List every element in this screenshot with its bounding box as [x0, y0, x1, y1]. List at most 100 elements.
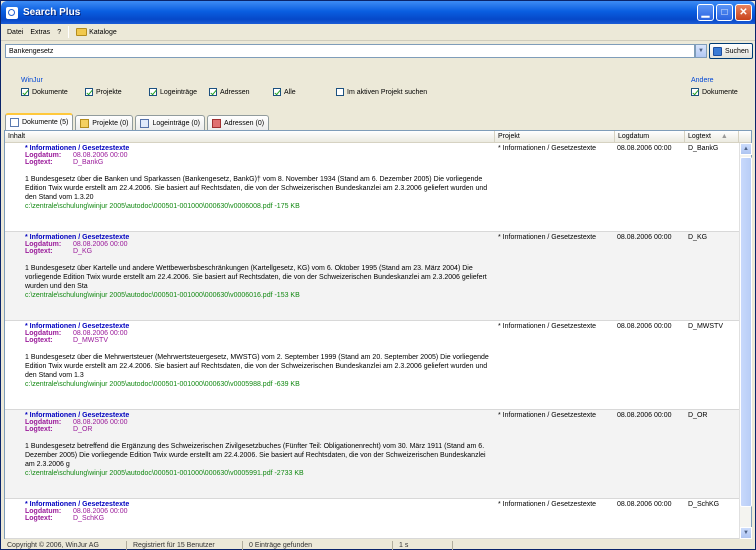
row-file-path[interactable]: c:\zentrale\schulung\winjur 2005\autodoc…: [25, 291, 495, 300]
filter-dokumente[interactable]: Dokumente: [21, 88, 68, 96]
scroll-thumb[interactable]: [740, 157, 752, 507]
column-inhalt[interactable]: Inhalt: [5, 131, 495, 143]
filter-label: Im aktiven Projekt suchen: [347, 88, 428, 96]
column-logdatum[interactable]: Logdatum: [615, 131, 685, 143]
chevron-up-icon: ▲: [743, 146, 749, 152]
table-row[interactable]: * Informationen / Gesetzestexte Logdatum…: [5, 143, 739, 232]
meta-value: D_SchKG: [73, 515, 105, 522]
andere-group-label: Andere: [691, 77, 714, 84]
table-row[interactable]: * Informationen / Gesetzestexte Logdatum…: [5, 232, 739, 321]
column-logtext[interactable]: Logtext ▲: [685, 131, 739, 143]
row-logtext: Logtext: D_KG: [25, 248, 495, 255]
status-license: Registriert für 15 Benutzer: [127, 541, 243, 550]
cell-projekt: * Informationen / Gesetzestexte: [498, 234, 597, 241]
row-title: * Informationen / Gesetzestexte: [25, 234, 130, 241]
menu-datei[interactable]: Datei: [7, 29, 23, 36]
row-title: * Informationen / Gesetzestexte: [25, 501, 130, 508]
search-app-icon: [6, 6, 18, 19]
vertical-scrollbar[interactable]: ▲ ▼: [739, 143, 752, 539]
filter-projekte[interactable]: Projekte: [85, 88, 122, 96]
cell-logdatum: 08.08.2006 00:00: [617, 323, 672, 330]
search-button[interactable]: Suchen: [709, 43, 753, 59]
cell-logdatum: 08.08.2006 00:00: [617, 145, 672, 152]
checkbox[interactable]: [691, 88, 699, 96]
menu-help[interactable]: ?: [57, 29, 61, 36]
checkbox[interactable]: [336, 88, 344, 96]
row-file-path[interactable]: c:\zentrale\schulung\winjur 2005\autodoc…: [25, 202, 495, 211]
filter-active-project[interactable]: Im aktiven Projekt suchen: [336, 88, 427, 96]
meta-label: Logtext:: [25, 248, 53, 255]
meta-label: Logdatum:: [25, 152, 62, 159]
checkbox[interactable]: [273, 88, 281, 96]
row-file-path[interactable]: c:\zentrale\schulung\winjur 2005\autodoc…: [25, 469, 495, 478]
checkbox[interactable]: [149, 88, 157, 96]
row-logtext: Logtext: D_OR: [25, 426, 495, 433]
meta-value: 08.08.2006 00:00: [73, 508, 128, 515]
meta-label: Logdatum:: [25, 330, 62, 337]
cell-inhalt: * Informationen / Gesetzestexte Logdatum…: [25, 501, 495, 522]
checkbox[interactable]: [85, 88, 93, 96]
address-icon: [211, 118, 221, 128]
table-row[interactable]: * Informationen / Gesetzestexte Logdatum…: [5, 499, 739, 539]
cell-inhalt: * Informationen / Gesetzestexte Logdatum…: [25, 234, 495, 300]
maximize-button[interactable]: □: [716, 4, 733, 21]
cell-projekt: * Informationen / Gesetzestexte: [498, 145, 597, 152]
filter-alle[interactable]: Alle: [273, 88, 296, 96]
tab-label: Adressen (0): [223, 119, 265, 127]
scroll-up-button[interactable]: ▲: [740, 143, 752, 155]
row-title: * Informationen / Gesetzestexte: [25, 323, 130, 330]
filter-label: Adressen: [220, 88, 250, 96]
cell-logdatum: 08.08.2006 00:00: [617, 412, 672, 419]
filter-andere-dokumente[interactable]: Dokumente: [691, 88, 738, 96]
row-logdatum: Logdatum: 08.08.2006 00:00: [25, 419, 495, 426]
menu-separator: [68, 26, 70, 38]
table-header: Inhalt Projekt Logdatum Logtext ▲: [5, 131, 751, 143]
row-description: 1 Bundesgesetz über die Banken und Spark…: [25, 176, 488, 201]
table-row[interactable]: * Informationen / Gesetzestexte Logdatum…: [5, 321, 739, 410]
menu-extras[interactable]: Extras: [30, 29, 50, 36]
title-bar[interactable]: Search Plus ▁ □ ✕: [1, 1, 755, 24]
status-copyright: Copyright © 2006, WinJur AG: [1, 541, 127, 550]
filter-label: Logeinträge: [160, 88, 197, 96]
filter-adressen[interactable]: Adressen: [209, 88, 250, 96]
table-row[interactable]: * Informationen / Gesetzestexte Logdatum…: [5, 410, 739, 499]
minimize-button[interactable]: ▁: [697, 4, 714, 21]
row-logtext: Logtext: D_MWSTV: [25, 337, 495, 344]
table-rows: * Informationen / Gesetzestexte Logdatum…: [5, 143, 739, 539]
checkbox[interactable]: [209, 88, 217, 96]
tab-dokumente[interactable]: Dokumente (5): [5, 113, 74, 130]
meta-label: Logtext:: [25, 426, 53, 433]
row-title: * Informationen / Gesetzestexte: [25, 412, 130, 419]
meta-value: 08.08.2006 00:00: [73, 152, 128, 159]
column-label: Logtext: [688, 133, 711, 140]
window-title: Search Plus: [23, 7, 81, 18]
filter-label: Alle: [284, 88, 296, 96]
row-file-path[interactable]: c:\zentrale\schulung\winjur 2005\autodoc…: [25, 380, 495, 389]
tab-logeintraege[interactable]: Logeinträge (0): [135, 115, 205, 130]
kataloge-button[interactable]: Kataloge: [76, 28, 117, 36]
checkbox[interactable]: [21, 88, 29, 96]
meta-value: D_BankG: [73, 159, 104, 166]
filter-logeintraege[interactable]: Logeinträge: [149, 88, 197, 96]
search-icon: [713, 46, 722, 56]
scroll-down-button[interactable]: ▼: [740, 527, 752, 539]
row-logdatum: Logdatum: 08.08.2006 00:00: [25, 241, 495, 248]
tab-label: Logeinträge (0): [152, 119, 200, 127]
meta-label: Logdatum:: [25, 508, 62, 515]
cell-inhalt: * Informationen / Gesetzestexte Logdatum…: [25, 145, 495, 211]
cell-logdatum: 08.08.2006 00:00: [617, 234, 672, 241]
menu-bar: Datei Extras ? Kataloge: [1, 24, 755, 41]
column-projekt[interactable]: Projekt: [495, 131, 615, 143]
row-description: 1 Bundesgesetz betreffend die Ergänzung …: [25, 443, 486, 468]
row-logdatum: Logdatum: 08.08.2006 00:00: [25, 508, 495, 515]
row-logtext: Logtext: D_SchKG: [25, 515, 495, 522]
cell-logtext: D_BankG: [688, 145, 719, 152]
cell-logtext: D_MWSTV: [688, 323, 723, 330]
close-button[interactable]: ✕: [735, 4, 752, 21]
tab-adressen[interactable]: Adressen (0): [206, 115, 270, 130]
search-dropdown-button[interactable]: ▼: [695, 44, 707, 58]
search-input[interactable]: [5, 44, 695, 58]
meta-label: Logdatum:: [25, 419, 62, 426]
tab-projekte[interactable]: Projekte (0): [75, 115, 134, 130]
filter-label: Dokumente: [32, 88, 68, 96]
